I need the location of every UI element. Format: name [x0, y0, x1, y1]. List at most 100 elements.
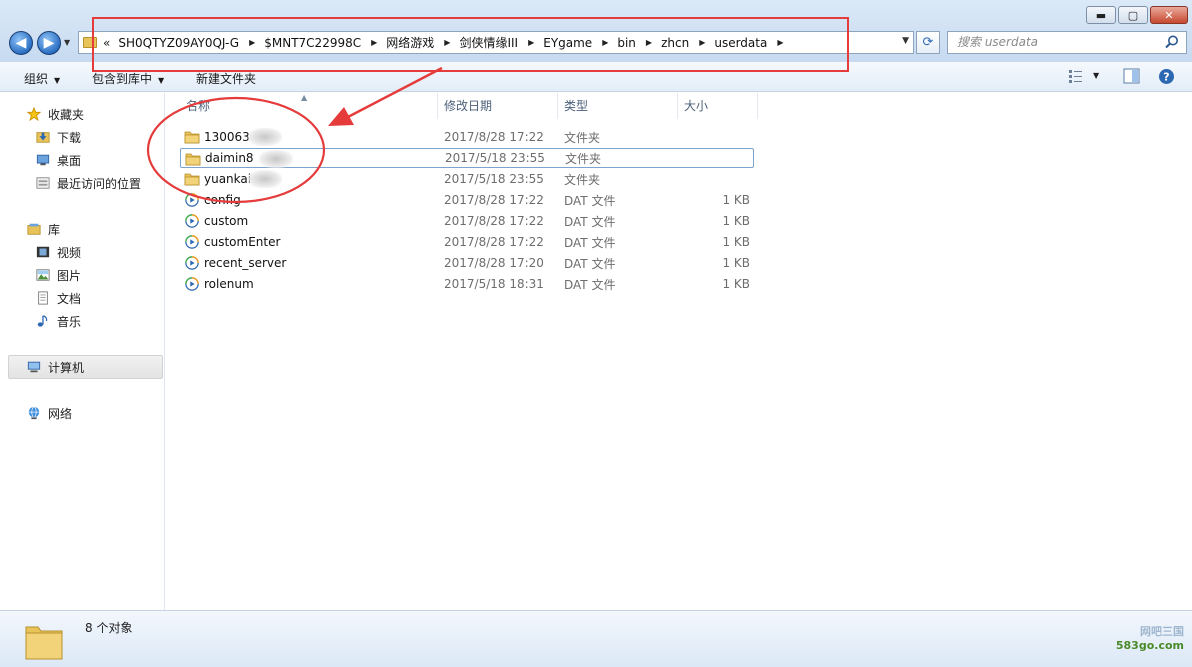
folder-icon — [184, 173, 200, 186]
refresh-button[interactable]: ⟳ — [916, 31, 940, 54]
breadcrumb-item[interactable]: zhcn — [661, 36, 689, 50]
breadcrumb-separator-icon[interactable]: ▶ — [249, 38, 255, 47]
file-date: 2017/8/28 17:20 — [444, 256, 544, 270]
media-file-icon — [185, 214, 199, 228]
preview-pane-icon[interactable] — [1123, 68, 1140, 84]
file-name: customEnter — [204, 235, 281, 249]
file-date: 2017/8/28 17:22 — [444, 130, 544, 144]
file-date: 2017/5/18 23:55 — [444, 172, 544, 186]
column-type-label: 类型 — [564, 99, 589, 113]
address-dropdown-icon[interactable]: ▼ — [902, 36, 909, 46]
new-folder-button[interactable]: 新建文件夹 — [196, 70, 256, 87]
column-size-label: 大小 — [684, 99, 709, 113]
breadcrumb-item[interactable]: 剑侠情缘III — [459, 34, 518, 51]
column-header-type[interactable]: 类型 — [558, 93, 678, 119]
file-date: 2017/8/28 17:22 — [444, 214, 544, 228]
file-type: 文件夹 — [564, 130, 601, 145]
breadcrumb-separator-icon[interactable]: ▶ — [371, 38, 377, 47]
nav-music-label: 音乐 — [57, 314, 82, 329]
nav-recent-places[interactable]: 最近访问的位置 — [35, 173, 141, 193]
nav-videos[interactable]: 视频 — [35, 242, 81, 262]
nav-computer[interactable]: 计算机 — [26, 357, 84, 377]
file-row[interactable]: customEnter 2017/8/28 17:22 DAT 文件 1 KB — [180, 232, 754, 252]
breadcrumb-separator-icon[interactable]: ▶ — [699, 38, 705, 47]
nav-pictures[interactable]: 图片 — [35, 265, 81, 285]
search-placeholder: 搜索 userdata — [957, 35, 1039, 49]
close-button[interactable]: ✕ — [1150, 6, 1188, 24]
file-name: yuankai — [204, 172, 252, 186]
nav-favorites-label: 收藏夹 — [48, 107, 85, 122]
window-controls: ▬ ▢ ✕ — [1086, 6, 1188, 24]
library-icon — [27, 223, 41, 235]
breadcrumb-separator-icon[interactable]: ▶ — [444, 38, 450, 47]
breadcrumb-item[interactable]: EYgame — [543, 36, 592, 50]
maximize-button[interactable]: ▢ — [1118, 6, 1148, 24]
arrow-left-icon: ◀ — [15, 35, 27, 51]
file-type: DAT 文件 — [564, 256, 616, 271]
folder-icon — [83, 37, 97, 48]
file-row[interactable]: daimin8 2017/5/18 23:55 文件夹 — [180, 148, 754, 168]
breadcrumb-item[interactable]: 网络游戏 — [386, 34, 434, 51]
redacted-blur — [248, 170, 282, 188]
nav-network[interactable]: 网络 — [26, 403, 72, 423]
downloads-folder-icon — [36, 132, 50, 143]
file-row[interactable]: config 2017/8/28 17:22 DAT 文件 1 KB — [180, 190, 754, 210]
breadcrumb-separator-icon[interactable]: ▶ — [646, 38, 652, 47]
recent-pages-dropdown[interactable]: ▼ — [64, 38, 70, 47]
file-size: 1 KB — [722, 193, 750, 207]
help-icon[interactable]: ? — [1158, 68, 1175, 85]
file-row[interactable]: yuankai 2017/5/18 23:55 文件夹 — [180, 169, 754, 189]
watermark-title: 网吧三国 — [1140, 625, 1184, 638]
overflow-chevron[interactable]: « — [103, 36, 110, 50]
file-type: DAT 文件 — [564, 214, 616, 229]
breadcrumb-item[interactable]: userdata — [714, 36, 767, 50]
file-name: custom — [204, 214, 249, 228]
video-icon — [36, 246, 50, 258]
file-size: 1 KB — [722, 256, 750, 270]
nav-favorites[interactable]: 收藏夹 — [26, 104, 84, 124]
breadcrumb-separator-icon[interactable]: ▶ — [528, 38, 534, 47]
organize-button[interactable]: 组织 ▼ — [24, 70, 60, 87]
svg-text:?: ? — [1163, 71, 1169, 84]
search-input[interactable]: 搜索 userdata — [947, 31, 1187, 54]
breadcrumb-item[interactable]: bin — [617, 36, 636, 50]
network-icon — [28, 406, 40, 420]
forward-button[interactable]: ▶ — [37, 31, 61, 55]
file-row[interactable]: custom 2017/8/28 17:22 DAT 文件 1 KB — [180, 211, 754, 231]
file-date: 2017/5/18 18:31 — [444, 277, 544, 291]
nav-desktop[interactable]: 桌面 — [35, 150, 81, 170]
nav-recent-places-label: 最近访问的位置 — [57, 176, 142, 191]
nav-music[interactable]: 音乐 — [35, 311, 81, 331]
folder-icon — [184, 131, 200, 144]
search-icon[interactable] — [1164, 34, 1180, 50]
navigation-pane: 收藏夹 下载 桌面 最近访问的位置 库 视频 图片 文档 音乐 计算机 网络 — [0, 93, 165, 610]
file-name: 130063 — [204, 130, 250, 144]
back-button[interactable]: ◀ — [9, 31, 33, 55]
new-folder-label: 新建文件夹 — [196, 72, 257, 86]
column-header-name[interactable]: 名称 — [180, 93, 438, 119]
column-header-date[interactable]: 修改日期 — [438, 93, 558, 119]
include-in-library-button[interactable]: 包含到库中 ▼ — [92, 70, 164, 87]
file-row[interactable]: rolenum 2017/5/18 18:31 DAT 文件 1 KB — [180, 274, 754, 294]
chevron-down-icon: ▼ — [54, 76, 61, 85]
nav-libraries[interactable]: 库 — [26, 219, 60, 239]
nav-documents-label: 文档 — [57, 291, 82, 306]
nav-downloads[interactable]: 下载 — [35, 127, 81, 147]
file-type: DAT 文件 — [564, 235, 616, 250]
computer-icon — [27, 361, 41, 373]
column-header-size[interactable]: 大小 — [678, 93, 758, 119]
breadcrumb-item[interactable]: SH0QTYZ09AY0QJ-G — [118, 36, 239, 50]
file-name: daimin8 — [205, 151, 254, 165]
nav-pictures-label: 图片 — [57, 268, 82, 283]
view-options-icon[interactable] — [1068, 68, 1084, 84]
breadcrumb-separator-icon[interactable]: ▶ — [602, 38, 608, 47]
nav-desktop-label: 桌面 — [57, 153, 82, 168]
breadcrumb-separator-icon[interactable]: ▶ — [777, 38, 783, 47]
nav-documents[interactable]: 文档 — [35, 288, 81, 308]
breadcrumb-item[interactable]: $MNT7C22998C — [264, 36, 361, 50]
file-row[interactable]: recent_server 2017/8/28 17:20 DAT 文件 1 KB — [180, 253, 754, 273]
minimize-button[interactable]: ▬ — [1086, 6, 1116, 24]
address-bar[interactable]: « SH0QTYZ09AY0QJ-G ▶ $MNT7C22998C ▶ 网络游戏 ▶ 剑侠情… — [78, 31, 914, 54]
file-row[interactable]: 130063 2017/8/28 17:22 文件夹 — [180, 127, 754, 147]
view-dropdown-icon[interactable]: ▼ — [1093, 71, 1099, 80]
